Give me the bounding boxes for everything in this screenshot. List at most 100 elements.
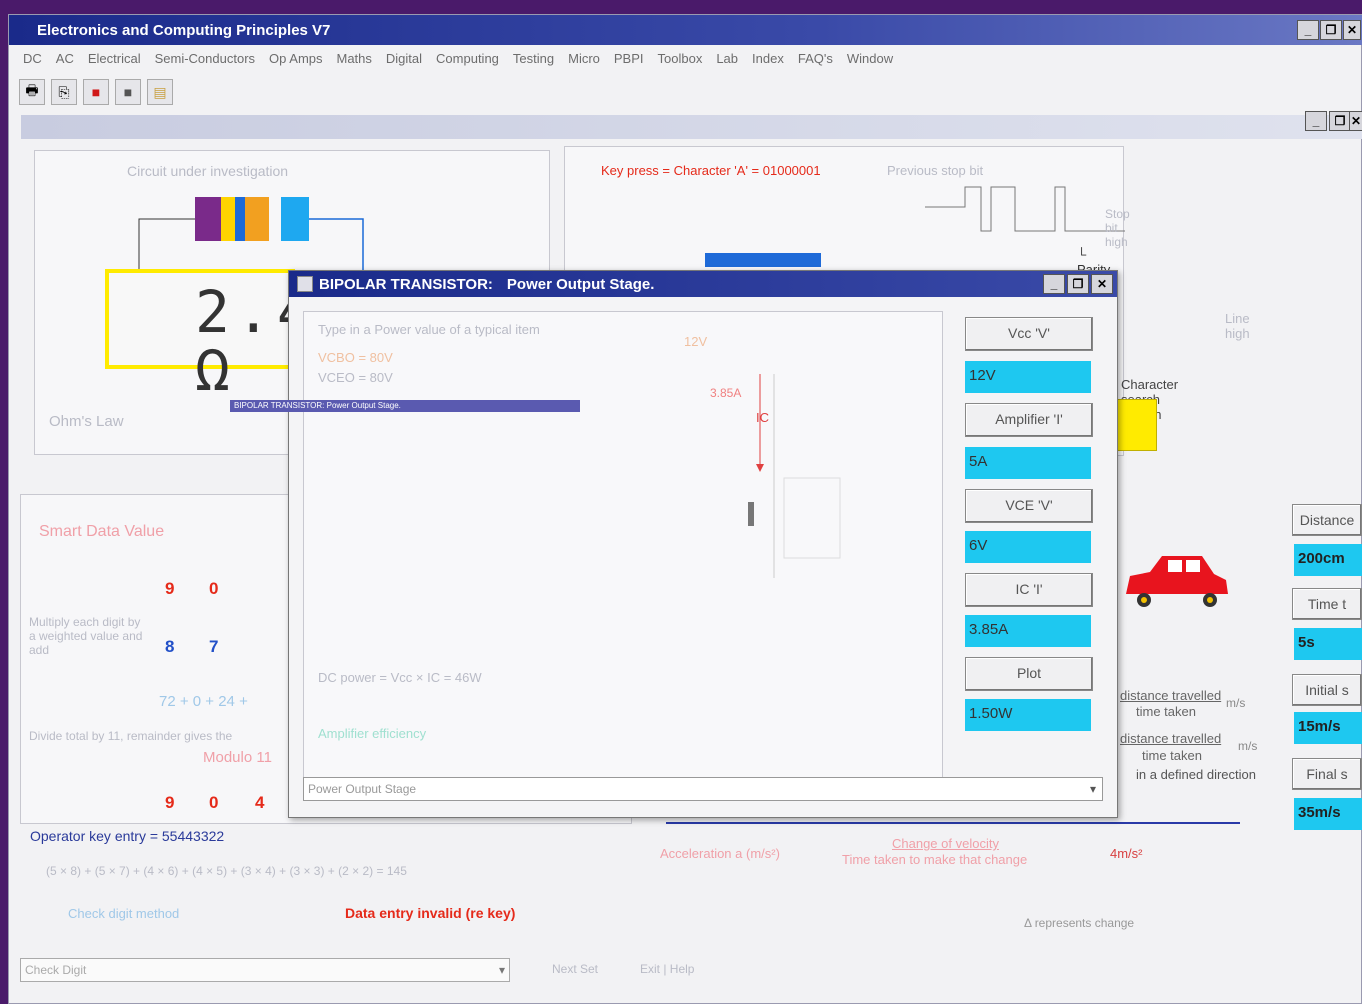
menu-item-micro[interactable]: Micro [568,51,600,66]
final-digit-1: 9 [165,793,175,812]
child-close-button[interactable]: ✕ [1349,111,1362,131]
supply-label: 12V [684,334,708,349]
ic-button[interactable]: IC 'I' [965,573,1093,607]
mini-dialog-title: BIPOLAR TRANSISTOR: Power Output Stage. [230,400,580,412]
dialog-close-button[interactable]: ✕ [1091,274,1113,294]
menu-item-dc[interactable]: DC [23,51,42,66]
final-digit-3: 4 [255,793,265,812]
power-value[interactable]: 1.50W [965,699,1091,731]
menu-item-faq-s[interactable]: FAQ's [798,51,833,66]
smart-data-title: Smart Data Value [39,523,165,540]
distance-button-label: Distance [1292,504,1362,536]
menu-item-semi-conductors[interactable]: Semi-Conductors [155,51,255,66]
resistor-band-4 [245,197,269,241]
velocity-numerator: distance travelled [1120,731,1222,746]
menu-item-electrical[interactable]: Electrical [88,51,141,66]
dialog-work-area: Type in a Power value of a typical item … [230,311,943,781]
resistor-panel-title: Circuit under investigation [127,163,289,179]
final-speed-value: 35m/s [1294,798,1362,830]
resistor-end-cap [281,197,309,241]
book-icon[interactable]: ■ [83,79,109,105]
plot-button[interactable]: Plot [965,657,1093,691]
vce-button[interactable]: VCE 'V' [965,489,1093,523]
vce-value[interactable]: 6V [965,531,1091,563]
serial-progress-bar [705,253,821,267]
accel-denominator: Time taken to make that change [842,852,1028,867]
amplifier-current-value[interactable]: 5A [965,447,1091,479]
initial-speed-button[interactable]: Initial s [1292,674,1362,706]
title-bar: Electronics and Computing Principles V7 [9,15,1362,45]
check-digit-dropdown[interactable]: Check Digit ▾ [20,958,510,982]
menu-item-computing[interactable]: Computing [436,51,499,66]
transistor-icon [297,276,313,292]
ohms-law-label: Ohm's Law [49,413,124,430]
chevron-down-icon: ▾ [1089,782,1096,796]
amplifier-current-button[interactable]: Amplifier 'I' [965,403,1093,437]
child-minimize-button[interactable]: _ [1305,111,1327,131]
menu-item-maths[interactable]: Maths [337,51,372,66]
close-button[interactable]: ✕ [1343,20,1361,40]
initial-speed-label: Initial s [1292,674,1362,706]
menu-item-index[interactable]: Index [752,51,784,66]
transistor-dialog: BIPOLAR TRANSISTOR: Power Output Stage. … [230,270,1118,818]
menu-item-toolbox[interactable]: Toolbox [658,51,703,66]
previous-stop-label: Previous stop bit [887,163,984,178]
chart-icon[interactable]: ▤ [147,79,173,105]
weighted-formula: (5 × 8) + (5 × 7) + (4 × 6) + (4 × 5) + … [46,864,407,878]
menu-item-testing[interactable]: Testing [513,51,554,66]
divide-label: Divide total by 11, remainder gives the [29,729,233,743]
printer-icon[interactable]: 🖶 [19,79,45,105]
dialog-subtitle: Power Output Stage. [506,275,655,293]
menu-item-op-amps[interactable]: Op Amps [269,51,322,66]
dialog-restore-button[interactable]: ❐ [1067,274,1089,294]
stop-icon[interactable]: ■ [115,79,141,105]
serial-waveform [925,186,1125,232]
app-title: Electronics and Computing Principles V7 [37,21,331,39]
final-speed-button[interactable]: Final s [1292,758,1362,790]
exit-help-button[interactable]: Exit | Help [640,962,694,976]
toolbar: 🖶 ⎘ ■ ■ ▤ [19,79,173,107]
vcc-button[interactable]: Vcc 'V' [965,317,1093,351]
digit-row1-a: 9 [165,579,175,598]
digit-row2-b: 7 [209,637,219,656]
child-window-title [21,115,1362,139]
sum-row: 72 + 0 + 24 + [159,693,248,710]
distance-value: 200cm [1294,544,1362,576]
resistance-display: 2.4 Ω [105,269,312,399]
dialog-minimize-button[interactable]: _ [1043,274,1065,294]
time-value: 5s [1294,628,1362,660]
vcc-value[interactable]: 12V [965,361,1091,393]
distance-button[interactable]: Distance [1292,504,1362,536]
speed-numerator: distance travelled [1120,688,1222,703]
operator-entry-label: Operator key entry = 55443322 [30,828,225,844]
car-illustration [1120,550,1230,619]
velocity-denominator: time taken [1142,748,1202,763]
direction-label: in a defined direction [1136,767,1256,782]
menu-item-digital[interactable]: Digital [386,51,422,66]
circuit-select[interactable]: Power Output Stage ▾ [303,777,1103,801]
speed-unit: m/s [1226,696,1246,710]
copy-icon[interactable]: ⎘ [51,79,77,105]
child-restore-button[interactable]: ❐ [1329,111,1351,131]
resistor-lead-left [138,218,195,271]
next-set-button[interactable]: Next Set [552,962,598,976]
dialog-title-bar[interactable]: BIPOLAR TRANSISTOR: Power Output Stage. [289,271,1117,297]
menu-bar: DC AC Electrical Semi-Conductors Op Amps Math… [9,47,1362,69]
menu-item-pbpi[interactable]: PBPI [614,51,644,66]
time-button-label: Time t [1292,588,1362,620]
menu-item-ac[interactable]: AC [56,51,74,66]
minimize-button[interactable]: _ [1297,20,1319,40]
acceleration-label: Acceleration a (m/s²) [660,846,780,861]
menu-item-window[interactable]: Window [847,51,893,66]
intro-label: Type in a Power value of a typical item [318,322,540,337]
check-digit-selected: Check Digit [25,963,87,977]
ic-value[interactable]: 3.85A [965,615,1091,647]
restore-button[interactable]: ❐ [1320,20,1342,40]
modulo-label: Modulo 11 [203,749,272,766]
velocity-unit: m/s [1238,739,1258,753]
resistor-band-1 [195,197,221,241]
menu-item-lab[interactable]: Lab [716,51,738,66]
time-button[interactable]: Time t [1292,588,1362,620]
divider-line [666,822,1240,824]
digit-row2-a: 8 [165,637,175,656]
